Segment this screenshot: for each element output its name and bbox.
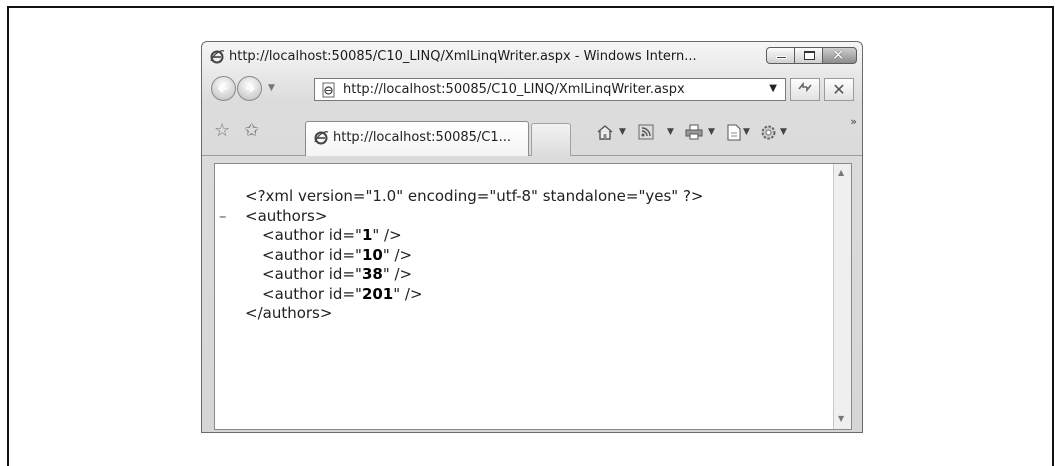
new-tab-button[interactable] [531, 123, 571, 156]
feeds-icon[interactable] [638, 124, 654, 144]
close-icon: ✕ [832, 46, 845, 64]
window-title: http://localhost:50085/C10_LINQ/XmlLinqW… [229, 49, 697, 64]
author-id: 1 [361, 226, 373, 244]
home-icon[interactable] [596, 124, 614, 144]
tab-active[interactable]: http://localhost:50085/C1... [305, 121, 529, 156]
home-dropdown[interactable]: ▼ [619, 127, 626, 137]
browser-window: http://localhost:50085/C10_LINQ/XmlLinqW… [201, 41, 863, 433]
refresh-icon [798, 81, 812, 93]
author-line: <author id="1" /> [262, 226, 402, 244]
xml-tree: <?xml version="1.0" encoding="utf-8" sta… [219, 187, 704, 324]
navigation-bar: ▼ http://localhost:50085/C10_LINQ/XmlLin… [202, 74, 862, 106]
author-line: <author id="10" /> [262, 245, 413, 264]
stop-icon: ✕ [832, 80, 846, 99]
caption-buttons: ✕ [766, 46, 857, 65]
tab-label: http://localhost:50085/C1... [333, 130, 512, 145]
tab-bar: ☆ ✩ http://localhost:50085/C1... ▼ ▼ ▼ ▼ [202, 113, 862, 156]
forward-button[interactable] [237, 76, 262, 101]
ie-icon [314, 131, 329, 145]
title-bar: http://localhost:50085/C10_LINQ/XmlLinqW… [202, 42, 862, 72]
page-icon[interactable] [726, 124, 742, 145]
page-favicon-icon [322, 82, 335, 98]
tools-icon[interactable] [760, 124, 777, 145]
root-open-tag: <authors> [245, 206, 328, 225]
address-bar[interactable]: http://localhost:50085/C10_LINQ/XmlLinqW… [314, 78, 786, 101]
author-id: 201 [361, 284, 394, 303]
xml-root-open: – <authors> [219, 206, 703, 227]
feeds-dropdown[interactable]: ▼ [667, 127, 674, 137]
minimize-button[interactable] [766, 47, 795, 64]
scroll-up-icon[interactable]: ▲ [838, 168, 844, 177]
scroll-down-icon[interactable]: ▼ [838, 414, 844, 423]
author-id: 10 [361, 245, 383, 264]
stop-button[interactable]: ✕ [824, 78, 854, 101]
back-button[interactable] [211, 76, 236, 101]
page-dropdown[interactable]: ▼ [743, 127, 750, 137]
vertical-scrollbar[interactable]: ▲ ▼ [833, 164, 851, 429]
tools-dropdown[interactable]: ▼ [780, 127, 787, 137]
author-id: 38 [361, 265, 383, 283]
print-dropdown[interactable]: ▼ [708, 127, 715, 137]
print-icon[interactable] [685, 124, 703, 144]
maximize-icon [804, 51, 815, 60]
favorites-star-icon[interactable]: ☆ [214, 120, 230, 141]
xml-declaration: <?xml version="1.0" encoding="utf-8" sta… [245, 187, 704, 205]
maximize-button[interactable] [794, 47, 823, 64]
address-text: http://localhost:50085/C10_LINQ/XmlLinqW… [343, 82, 685, 97]
collapse-toggle[interactable]: – [219, 207, 227, 227]
author-line: <author id="38" /> [262, 265, 413, 283]
author-line: <author id="201" /> [262, 284, 423, 303]
recent-pages-dropdown[interactable]: ▼ [268, 83, 275, 93]
forward-arrow-icon [246, 84, 255, 93]
address-dropdown[interactable]: ▼ [769, 83, 777, 94]
refresh-button[interactable] [790, 78, 820, 101]
close-button[interactable]: ✕ [822, 46, 857, 64]
back-arrow-icon [218, 84, 227, 93]
more-commands-chevron-icon[interactable]: » [850, 115, 857, 128]
xml-root-close: </authors> [245, 304, 333, 322]
ie-icon [210, 50, 225, 64]
add-favorites-icon[interactable]: ✩ [244, 120, 259, 141]
page-content: <?xml version="1.0" encoding="utf-8" sta… [214, 163, 852, 430]
minimize-icon [776, 56, 787, 59]
